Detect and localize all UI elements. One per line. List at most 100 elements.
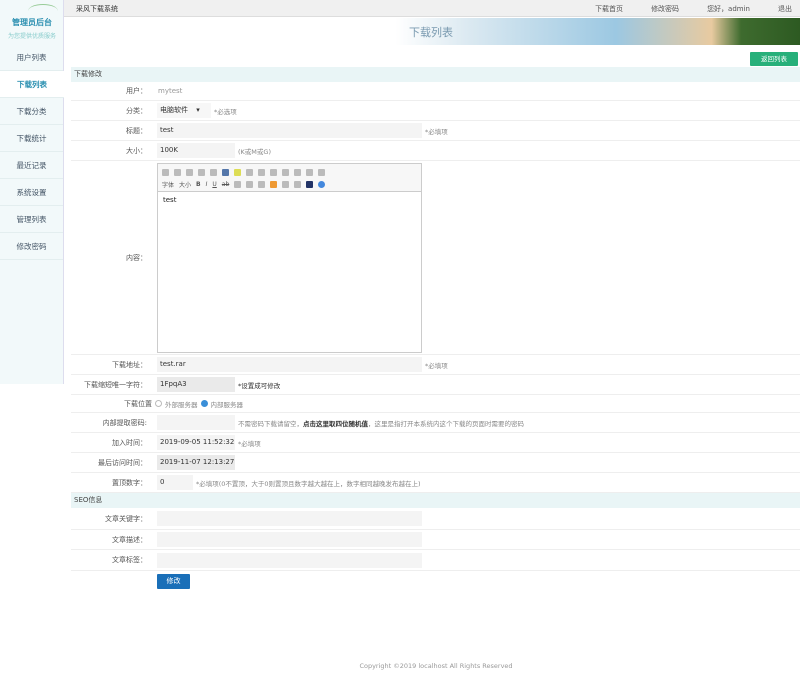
sidebar-item-users[interactable]: 用户列表 <box>0 44 63 71</box>
section-header-edit: 下载修改 <box>71 67 800 82</box>
change-password-link[interactable]: 修改密码 <box>651 4 679 14</box>
row-tags: 文章标签： <box>71 550 800 571</box>
extract-hint-post: ，这里是指打开本系统内这个下载的页面时需要的密码 <box>368 419 524 428</box>
url-hint: *必填项 <box>425 361 448 370</box>
undo-icon[interactable] <box>198 168 205 176</box>
rich-text-editor[interactable]: 字体 大小 B I Uab test <box>157 163 422 353</box>
download-home-link[interactable]: 下载首页 <box>595 4 623 14</box>
highlight-icon[interactable] <box>234 168 241 176</box>
outdent-icon[interactable] <box>270 168 277 176</box>
top-number-input[interactable]: 0 <box>157 475 193 490</box>
paste-icon[interactable] <box>174 168 181 176</box>
link-icon[interactable] <box>234 180 242 188</box>
font-family-dropdown[interactable]: 字体 <box>162 180 174 189</box>
chevron-down-icon: ▾ <box>196 106 200 114</box>
help-icon[interactable] <box>318 180 326 188</box>
description-label: 文章描述： <box>112 535 147 544</box>
italic-icon[interactable]: I <box>206 181 208 188</box>
size-input[interactable]: 100K <box>157 143 235 158</box>
logo: 管理员后台 为您提供优质服务 <box>0 0 63 44</box>
flash-icon[interactable] <box>270 180 278 188</box>
random-code-link[interactable]: 点击这里取四位随机值 <box>303 420 368 428</box>
indent-icon[interactable] <box>282 168 289 176</box>
title-hint: *必填项 <box>425 127 448 136</box>
image-icon[interactable] <box>258 180 266 188</box>
category-select[interactable]: 电脑软件 ▾ <box>157 103 211 118</box>
row-url: 下载地址： test.rar *必填项 <box>71 355 800 375</box>
footer: Copyright ©2019 localhost All Rights Res… <box>359 662 513 670</box>
logo-arc-icon <box>28 4 58 18</box>
unlink-icon[interactable] <box>246 180 254 188</box>
category-hint: *必选项 <box>214 107 237 116</box>
back-to-list-button[interactable]: 返回列表 <box>750 52 798 66</box>
hr-icon[interactable] <box>294 180 302 188</box>
row-keywords: 文章关键字： <box>71 508 800 530</box>
row-size: 大小： 100K (K或M或G) <box>71 141 800 161</box>
align-center-icon[interactable] <box>306 168 313 176</box>
row-description: 文章描述： <box>71 530 800 550</box>
align-left-icon[interactable] <box>294 168 301 176</box>
source-icon[interactable] <box>306 180 314 188</box>
sidebar-item-settings[interactable]: 系统设置 <box>0 179 63 206</box>
code-hint: *设置成可修改 <box>238 381 281 390</box>
external-server-radio[interactable] <box>155 400 162 407</box>
page-title: 下载列表 <box>409 26 453 39</box>
top-hint: *必填项(0不置顶，大于0则置顶且数字越大越在上，数字相同越晚发布越在上) <box>196 479 421 488</box>
copy-icon[interactable] <box>162 168 169 176</box>
row-location: 下载位置 外部服务器 内部服务器 <box>71 395 800 413</box>
font-color-icon[interactable] <box>222 168 229 176</box>
editor-body[interactable]: test <box>158 192 421 208</box>
row-user: 用户： mytest <box>71 82 800 101</box>
added-time-input[interactable]: 2019-09-05 11:52:32 <box>157 435 235 450</box>
bold-icon[interactable]: B <box>196 181 201 188</box>
user-greeting: 您好，admin <box>707 5 750 13</box>
internal-server-radio[interactable] <box>200 400 208 407</box>
underline-icon[interactable]: U <box>212 181 216 188</box>
sidebar-item-recent[interactable]: 最近记录 <box>0 152 63 179</box>
logout-link[interactable]: 退出 <box>778 4 792 14</box>
row-visited: 最后访问时间： 2019-11-07 12:13:27 <box>71 453 800 473</box>
sidebar-subtitle: 为您提供优质服务 <box>7 33 56 40</box>
url-input[interactable]: test.rar <box>157 357 422 372</box>
keywords-label: 文章关键字： <box>105 514 147 523</box>
added-label: 加入时间： <box>112 438 147 447</box>
internal-server-label: 内部服务器 <box>210 400 244 409</box>
sidebar-item-stats[interactable]: 下载统计 <box>0 125 63 152</box>
description-input[interactable] <box>157 532 422 547</box>
user-label: 用户： <box>126 87 147 95</box>
sidebar-item-downloads[interactable]: 下载列表 <box>0 71 64 98</box>
font-size-dropdown[interactable]: 大小 <box>179 180 191 189</box>
code-label: 下载缩短唯一字符： <box>84 380 147 389</box>
extract-hint-pre: 不需密码下载请留空， <box>238 419 303 428</box>
row-category: 分类： 电脑软件 ▾ *必选项 <box>71 101 800 121</box>
unordered-list-icon[interactable] <box>258 168 265 176</box>
row-added: 加入时间： 2019-09-05 11:52:32 *必填项 <box>71 433 800 453</box>
sidebar-item-password[interactable]: 修改密码 <box>0 233 63 260</box>
title-input[interactable]: test <box>157 123 422 138</box>
ordered-list-icon[interactable] <box>246 168 253 176</box>
tags-label: 文章标签： <box>112 556 147 564</box>
row-top: 置顶数字： 0 *必填项(0不置顶，大于0则置顶且数字越大越在上，数字相同越晚发… <box>71 473 800 493</box>
title-label: 标题： <box>126 126 147 135</box>
row-code: 下载缩短唯一字符： 1FpqA3 *设置成可修改 <box>71 375 800 395</box>
keywords-input[interactable] <box>157 511 422 526</box>
code-input[interactable]: 1FpqA3 <box>157 377 235 392</box>
extract-code-input[interactable] <box>157 415 235 430</box>
redo-icon[interactable] <box>210 168 217 176</box>
tags-input[interactable] <box>157 552 422 568</box>
sidebar-item-categories[interactable]: 下载分类 <box>0 98 63 125</box>
category-label: 分类： <box>126 106 147 115</box>
location-label: 下载位置 <box>124 399 152 408</box>
section-header-seo: SEO信息 <box>71 493 800 508</box>
paste-text-icon[interactable] <box>186 168 193 176</box>
align-right-icon[interactable] <box>318 168 325 176</box>
size-hint: (K或M或G) <box>238 147 271 156</box>
table-icon[interactable] <box>282 180 290 188</box>
visited-time-input: 2019-11-07 12:13:27 <box>157 455 235 470</box>
banner: 下载列表 <box>64 18 800 45</box>
submit-button[interactable]: 修改 <box>157 574 190 589</box>
sidebar-title: 管理员后台 <box>12 18 52 27</box>
user-value: mytest <box>158 87 183 95</box>
sidebar-item-admins[interactable]: 管理列表 <box>0 206 63 233</box>
strike-icon[interactable]: ab <box>222 181 230 188</box>
